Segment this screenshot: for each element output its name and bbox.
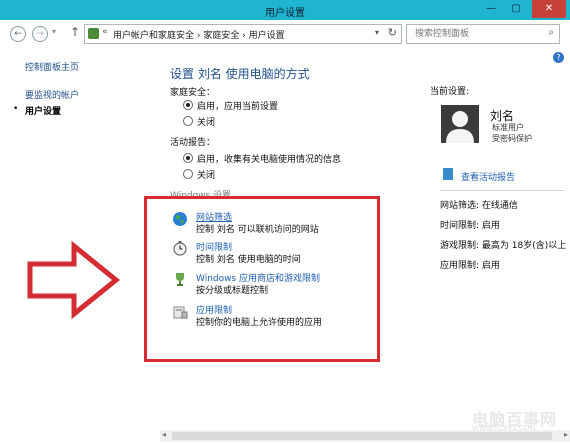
search-input[interactable] [413, 28, 537, 40]
family-safety-off-label[interactable]: 关闭 [197, 115, 215, 128]
family-safety-off-radio[interactable] [183, 116, 193, 126]
activity-report-label: 活动报告： [170, 138, 216, 148]
address-bar[interactable]: « 用户帐户和家庭安全 › 家庭安全 › 用户设置 ▾ ↻ [84, 24, 402, 44]
stat-app-limits: 应用限制: 启用 [440, 261, 500, 271]
control-panel-icon [88, 28, 99, 39]
user-type: 标准用户 [492, 123, 524, 132]
family-safety-label: 家庭安全： [170, 88, 216, 98]
activity-report-off-radio[interactable] [183, 169, 193, 179]
refresh-icon[interactable]: ↻ [388, 26, 397, 39]
page-title: 设置 刘名 使用电脑的方式 [170, 67, 310, 81]
avatar [441, 105, 479, 143]
close-button[interactable]: ✕ [532, 0, 566, 18]
sidebar-item-monitored-accounts[interactable]: 要监视的帐户 [25, 88, 79, 101]
scroll-right-icon[interactable]: ▸ [564, 430, 568, 439]
user-silhouette-icon [446, 111, 474, 143]
divider [440, 190, 565, 191]
history-dropdown-icon[interactable]: ▾ [52, 27, 56, 36]
family-safety-on-radio[interactable] [183, 100, 193, 110]
scrollbar-thumb[interactable] [172, 432, 552, 440]
password-status: 受密码保护 [492, 134, 532, 143]
family-safety-on-label[interactable]: 启用，应用当前设置 [197, 99, 278, 112]
maximize-button[interactable]: ▢ [505, 0, 527, 18]
view-activity-report-link[interactable]: 查看活动报告 [461, 170, 515, 183]
minimize-button[interactable]: — [480, 0, 502, 18]
sidebar-item-user-settings: 用户设置 [25, 107, 62, 117]
stat-time-limits: 时间限制: 启用 [440, 221, 500, 231]
back-button[interactable]: ← [10, 26, 26, 42]
title-bar: 用户设置 — ▢ ✕ [0, 0, 570, 20]
breadcrumb-prefix[interactable]: « [102, 27, 108, 37]
scroll-left-icon[interactable]: ◂ [162, 430, 166, 439]
activity-report-on-radio[interactable] [183, 153, 193, 163]
pointer-arrow-icon [27, 240, 120, 320]
help-icon[interactable]: ? [553, 52, 564, 63]
navigation-bar: ← → ▾ ↑ « 用户帐户和家庭安全 › 家庭安全 › 用户设置 ▾ ↻ ⌕ [0, 20, 570, 48]
activity-report-off-label[interactable]: 关闭 [197, 168, 215, 181]
forward-button[interactable]: → [32, 26, 48, 42]
stat-website-filter: 网站筛选: 在线通信 [440, 201, 518, 211]
current-item-bullet: • [13, 104, 19, 114]
current-settings-label: 当前设置: [430, 87, 470, 97]
up-button[interactable]: ↑ [70, 25, 80, 39]
activity-report-on-label[interactable]: 启用，收集有关电脑使用情况的信息 [197, 152, 341, 165]
highlight-box [144, 196, 380, 362]
stat-game-limits: 游戏限制: 最高为 18岁(含)以上 [440, 241, 567, 251]
sidebar-item-control-panel-home[interactable]: 控制面板主页 [25, 60, 79, 73]
watermark-url: WWW.PC841.COM [472, 424, 536, 432]
search-box[interactable]: ⌕ [406, 24, 560, 44]
breadcrumb[interactable]: 用户帐户和家庭安全 › 家庭安全 › 用户设置 [113, 28, 285, 41]
report-icon [443, 168, 453, 180]
search-icon[interactable]: ⌕ [548, 27, 554, 38]
address-dropdown-icon[interactable]: ▾ [375, 28, 379, 37]
